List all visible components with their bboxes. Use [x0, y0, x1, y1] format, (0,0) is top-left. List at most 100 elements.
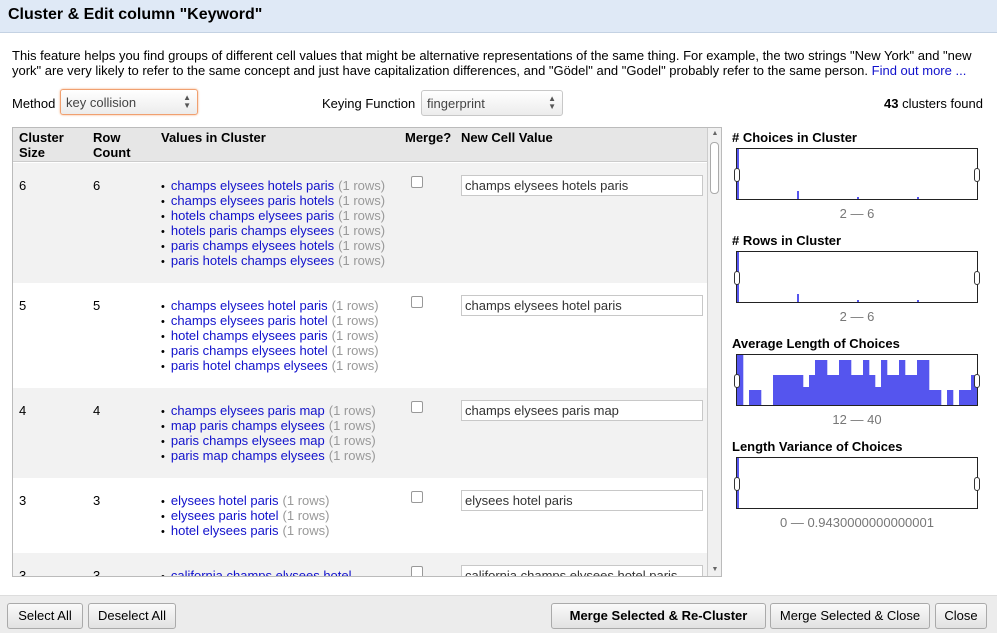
cluster-value-link[interactable]: hotels champs elysees paris: [171, 208, 334, 223]
facet-range-avg-length: 12 — 40: [736, 412, 978, 427]
select-all-button[interactable]: Select All: [7, 603, 83, 629]
histogram-bar: [839, 360, 845, 405]
value-row-count: (1 rows): [332, 298, 379, 313]
cluster-value-link[interactable]: elysees hotel paris: [171, 493, 279, 508]
value-row-count: (1 rows): [338, 208, 385, 223]
value-row-count: (1 rows): [329, 403, 376, 418]
table-scrollbar[interactable]: ▲ ▼: [707, 128, 721, 576]
value-row-count: (1 rows): [332, 313, 379, 328]
keying-function-select[interactable]: fingerprint ▲▼: [421, 90, 563, 116]
range-handle-right[interactable]: [974, 271, 980, 285]
list-item: hotels champs elysees paris (1 rows): [161, 208, 385, 223]
cluster-values-list: champs elysees hotels paris(1 rows)champ…: [161, 178, 385, 268]
cluster-value-link[interactable]: hotels paris champs elysees: [171, 223, 334, 238]
description: This feature helps you find groups of di…: [12, 48, 990, 78]
method-select[interactable]: key collision ▲▼: [60, 89, 198, 115]
cluster-value-link[interactable]: paris champs elysees hotel: [171, 343, 328, 358]
facet-histogram-variance[interactable]: [736, 457, 978, 509]
scroll-down-icon[interactable]: ▼: [708, 564, 722, 576]
histogram-bar: [833, 375, 839, 405]
list-item: hotel champs elysees paris(1 rows): [161, 328, 379, 343]
list-item: champs elysees paris hotels(1 rows): [161, 193, 385, 208]
histogram-bar: [881, 360, 887, 405]
row-count: 5: [93, 298, 100, 313]
histogram-bar: [827, 375, 833, 405]
cluster-value-link[interactable]: map paris champs elysees: [171, 418, 325, 433]
cluster-value-link[interactable]: champs elysees paris hotels: [171, 193, 334, 208]
cluster-size: 6: [19, 178, 26, 193]
list-item: champs elysees paris map (1 rows): [161, 403, 376, 418]
facet-histogram-avg-length[interactable]: [736, 354, 978, 406]
histogram-bar: [857, 300, 859, 302]
value-row-count: (1 rows): [329, 433, 376, 448]
keying-function-label: Keying Function: [322, 96, 415, 111]
new-cell-value-input[interactable]: california champs elysees hotel paris: [461, 565, 703, 577]
header-merge: Merge?: [405, 130, 451, 145]
cluster-value-link[interactable]: paris champs elysees map: [171, 433, 325, 448]
deselect-all-button[interactable]: Deselect All: [88, 603, 176, 629]
cluster-value-link[interactable]: paris hotel champs elysees: [171, 358, 328, 373]
cluster-value-link[interactable]: paris map champs elysees: [171, 448, 325, 463]
cluster-value-link[interactable]: champs elysees hotel paris: [171, 298, 328, 313]
cluster-value-link[interactable]: elysees paris hotel: [171, 508, 279, 523]
merge-close-button[interactable]: Merge Selected & Close: [770, 603, 930, 629]
header-new-value: New Cell Value: [461, 130, 553, 145]
histogram-rows-svg: [737, 252, 977, 302]
cluster-value-link[interactable]: paris hotels champs elysees: [171, 253, 334, 268]
range-handle-left[interactable]: [734, 271, 740, 285]
list-item: paris hotels champs elysees (1 rows): [161, 253, 385, 268]
facet-histogram-choices[interactable]: [736, 148, 978, 200]
merge-checkbox[interactable]: [411, 566, 423, 577]
table-row: 33elysees hotel paris(1 rows)elysees par…: [13, 478, 707, 553]
list-item: paris champs elysees hotel(1 rows): [161, 343, 379, 358]
header-cluster-size: Cluster Size: [19, 130, 89, 160]
cluster-value-link[interactable]: paris champs elysees hotels: [171, 238, 334, 253]
clusters-count: 43: [884, 96, 898, 111]
range-handle-right[interactable]: [974, 477, 980, 491]
table-row: 44champs elysees paris map(1 rows)map pa…: [13, 388, 707, 478]
merge-recluster-button[interactable]: Merge Selected & Re-Cluster: [551, 603, 766, 629]
range-handle-left[interactable]: [734, 477, 740, 491]
histogram-bar: [785, 375, 791, 405]
new-cell-value-input[interactable]: champs elysees hotel paris: [461, 295, 703, 316]
merge-checkbox[interactable]: [411, 401, 423, 413]
list-item: champs elysees paris hotel (1 rows): [161, 313, 379, 328]
row-count: 6: [93, 178, 100, 193]
facet-histogram-rows[interactable]: [736, 251, 978, 303]
cluster-value-link[interactable]: hotel champs elysees paris: [171, 328, 328, 343]
cluster-value-link[interactable]: hotel elysees paris: [171, 523, 279, 538]
range-handle-right[interactable]: [974, 374, 980, 388]
merge-checkbox[interactable]: [411, 491, 423, 503]
header-values: Values in Cluster: [161, 130, 266, 145]
histogram-variance-svg: [737, 458, 977, 508]
find-out-more-link[interactable]: Find out more ...: [872, 63, 967, 78]
new-cell-value-input[interactable]: elysees hotel paris: [461, 490, 703, 511]
facet-title-avg-length: Average Length of Choices: [732, 336, 900, 351]
value-row-count: (1 rows): [338, 253, 385, 268]
scroll-thumb[interactable]: [710, 142, 719, 194]
histogram-bar: [797, 294, 799, 302]
list-item: elysees hotel paris(1 rows): [161, 493, 329, 508]
range-handle-left[interactable]: [734, 374, 740, 388]
new-cell-value-input[interactable]: champs elysees hotels paris: [461, 175, 703, 196]
scroll-up-icon[interactable]: ▲: [708, 128, 722, 140]
new-cell-value-input[interactable]: champs elysees paris map: [461, 400, 703, 421]
histogram-bar: [821, 360, 827, 405]
merge-checkbox[interactable]: [411, 176, 423, 188]
list-item: paris champs elysees hotels(1 rows): [161, 238, 385, 253]
list-item: champs elysees hotels paris(1 rows): [161, 178, 385, 193]
histogram-bar: [893, 375, 899, 405]
cluster-value-link[interactable]: champs elysees paris map: [171, 403, 325, 418]
cluster-value-link[interactable]: california champs elysees hotel: [171, 568, 352, 577]
range-handle-left[interactable]: [734, 168, 740, 182]
histogram-bar: [917, 300, 919, 302]
clusters-table: Cluster Size Row Count Values in Cluster…: [12, 127, 722, 577]
range-handle-right[interactable]: [974, 168, 980, 182]
histogram-bar: [869, 375, 875, 405]
cluster-value-link[interactable]: champs elysees paris hotel: [171, 313, 328, 328]
histogram-bar: [905, 375, 911, 405]
histogram-bar: [959, 390, 965, 405]
cluster-value-link[interactable]: champs elysees hotels paris: [171, 178, 334, 193]
merge-checkbox[interactable]: [411, 296, 423, 308]
close-button[interactable]: Close: [935, 603, 987, 629]
